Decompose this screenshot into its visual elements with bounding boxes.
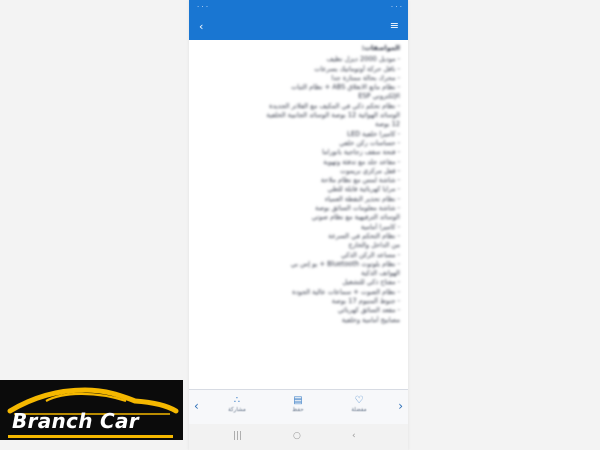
description-line: - نظام مانع الانغلاق ABS + نظام الثبات	[291, 83, 400, 92]
save-label: حفظ	[292, 407, 304, 413]
recent-apps-icon[interactable]: |||	[233, 431, 242, 441]
description-line: - نظام تحكم ذكي في المكيف مع الفلاتر الج…	[269, 101, 400, 110]
description-line: - مفتاح ذكي للتشغيل	[342, 278, 400, 287]
description-line: الوسائد الهوائية 12 بوصة الوسائد الجانبي…	[266, 111, 400, 120]
description-line: - قفل مركزي بريموت	[340, 166, 400, 175]
description-line: - شاشة معلومات السائق بوصة	[315, 204, 400, 213]
share-icon: ∴	[233, 395, 241, 406]
description-line: - نظام التحكم في السرعة	[328, 231, 400, 240]
app-bar: ‹ ≡	[189, 14, 408, 40]
description-line: مصابيح أمامية وخلفية	[341, 315, 400, 324]
description-line: الهواتف الذكية	[361, 269, 400, 278]
description-line: - مقاعد جلد مع تدفئة وتهوية	[323, 157, 400, 166]
description-line: - محرك بحالة ممتازة جدا	[331, 73, 400, 82]
description-line: - نظام بلوتوث Bluetooth + يو إس بي	[290, 259, 400, 268]
save-icon: ▤	[293, 395, 303, 406]
description-line: - حساسات ركن خلفي	[339, 138, 400, 147]
phone-screen: · · · · · · ‹ ≡ المواصفات: - موديل 2000 …	[189, 0, 408, 450]
status-time: · · ·	[390, 3, 402, 11]
description-line: - شاشة لمس مع نظام ملاحة	[320, 176, 400, 185]
description-heading: المواصفات:	[361, 44, 400, 52]
description-line: - نظام الصوت + سماعات عالية الجودة	[292, 287, 400, 296]
share-label: مشاركة	[228, 407, 246, 413]
description-line: الوسائد الترفيهية مع نظام صوتي	[311, 213, 400, 222]
menu-icon[interactable]: ≡	[390, 19, 399, 32]
favorite-icon: ♡	[354, 395, 364, 406]
description-line: - جنوط ألمنيوم 17 بوصة	[331, 297, 400, 306]
branch-car-logo: Branch Car	[0, 380, 183, 440]
bottom-action-bar: ‹ ∴ مشاركة ▤ حفظ ♡ مفضلة ›	[189, 389, 408, 424]
description-line: 12 بوصة	[375, 120, 400, 129]
description-line: - مقعد السائق كهربائي	[337, 306, 400, 315]
home-icon[interactable]: ○	[293, 431, 301, 441]
description-line: الإلكتروني ESP	[358, 92, 400, 101]
description-line: - مرايا كهربائية قابلة للطي	[327, 185, 400, 194]
description-line: - موديل 2000 ديزل نظيف	[326, 55, 400, 64]
status-carrier: · · ·	[197, 3, 209, 11]
favorite-label: مفضلة	[351, 407, 367, 413]
description-line: من الداخل والخارج	[348, 241, 400, 250]
save-button[interactable]: ▤ حفظ	[280, 395, 316, 413]
system-back-icon[interactable]: ‹	[352, 431, 356, 441]
listing-description: المواصفات: - موديل 2000 ديزل نظيف - ناقل …	[197, 44, 400, 384]
prev-arrow-icon[interactable]: ‹	[194, 399, 199, 413]
back-arrow-icon[interactable]: ‹	[199, 20, 203, 33]
description-line: - كاميرا خلفية LED	[347, 129, 400, 138]
description-line: - مساعد الركن الذكي	[340, 250, 400, 259]
share-button[interactable]: ∴ مشاركة	[219, 395, 255, 413]
description-lines: - موديل 2000 ديزل نظيف - ناقل حركة أوتوما…	[197, 55, 400, 325]
next-arrow-icon[interactable]: ›	[398, 399, 403, 413]
status-bar: · · · · · ·	[189, 0, 408, 14]
logo-text: Branch Car	[12, 409, 139, 433]
description-line: - كاميرا أمامية	[360, 222, 400, 231]
description-line: - فتحة سقف زجاجية بانوراما	[322, 148, 400, 157]
description-line: - نظام تحذير النقطة العمياء	[324, 194, 400, 203]
description-line: - ناقل حركة أوتوماتيك بسرعات	[314, 64, 400, 73]
system-navigation-bar: ||| ○ ‹	[189, 424, 408, 450]
favorite-button[interactable]: ♡ مفضلة	[341, 395, 377, 413]
